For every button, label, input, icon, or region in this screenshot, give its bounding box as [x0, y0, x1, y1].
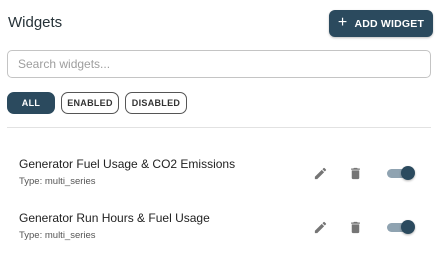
divider: [7, 127, 431, 128]
widget-name: Generator Fuel Usage & CO2 Emissions: [19, 157, 236, 171]
filter-disabled-chip[interactable]: DISABLED: [125, 92, 187, 114]
enabled-toggle[interactable]: [385, 165, 415, 181]
plus-icon: +: [337, 14, 348, 31]
pencil-icon: [314, 221, 326, 233]
filter-all-chip[interactable]: ALL: [7, 92, 55, 114]
delete-button[interactable]: [346, 218, 364, 236]
trash-icon: [350, 167, 360, 179]
search-input[interactable]: [7, 50, 431, 78]
toggle-knob: [401, 220, 415, 234]
widget-name: Generator Run Hours & Fuel Usage: [19, 211, 210, 225]
widget-row: Generator Run Hours & Fuel Usage Type: m…: [19, 211, 419, 245]
widget-row: Generator Fuel Usage & CO2 Emissions Typ…: [19, 157, 419, 191]
add-widget-button[interactable]: + ADD WIDGET: [329, 10, 433, 37]
edit-button[interactable]: [311, 164, 329, 182]
header: Widgets + ADD WIDGET: [8, 10, 433, 38]
filter-enabled-chip[interactable]: ENABLED: [61, 92, 119, 114]
widget-type: Type: multi_series: [19, 230, 96, 241]
toggle-knob: [401, 166, 415, 180]
widget-type: Type: multi_series: [19, 176, 96, 187]
enabled-toggle[interactable]: [385, 219, 415, 235]
pencil-icon: [314, 167, 326, 179]
page-title: Widgets: [8, 14, 63, 31]
filter-group: ALL ENABLED DISABLED: [7, 92, 187, 114]
add-widget-label: ADD WIDGET: [354, 17, 425, 30]
delete-button[interactable]: [346, 164, 364, 182]
edit-button[interactable]: [311, 218, 329, 236]
trash-icon: [350, 221, 360, 233]
